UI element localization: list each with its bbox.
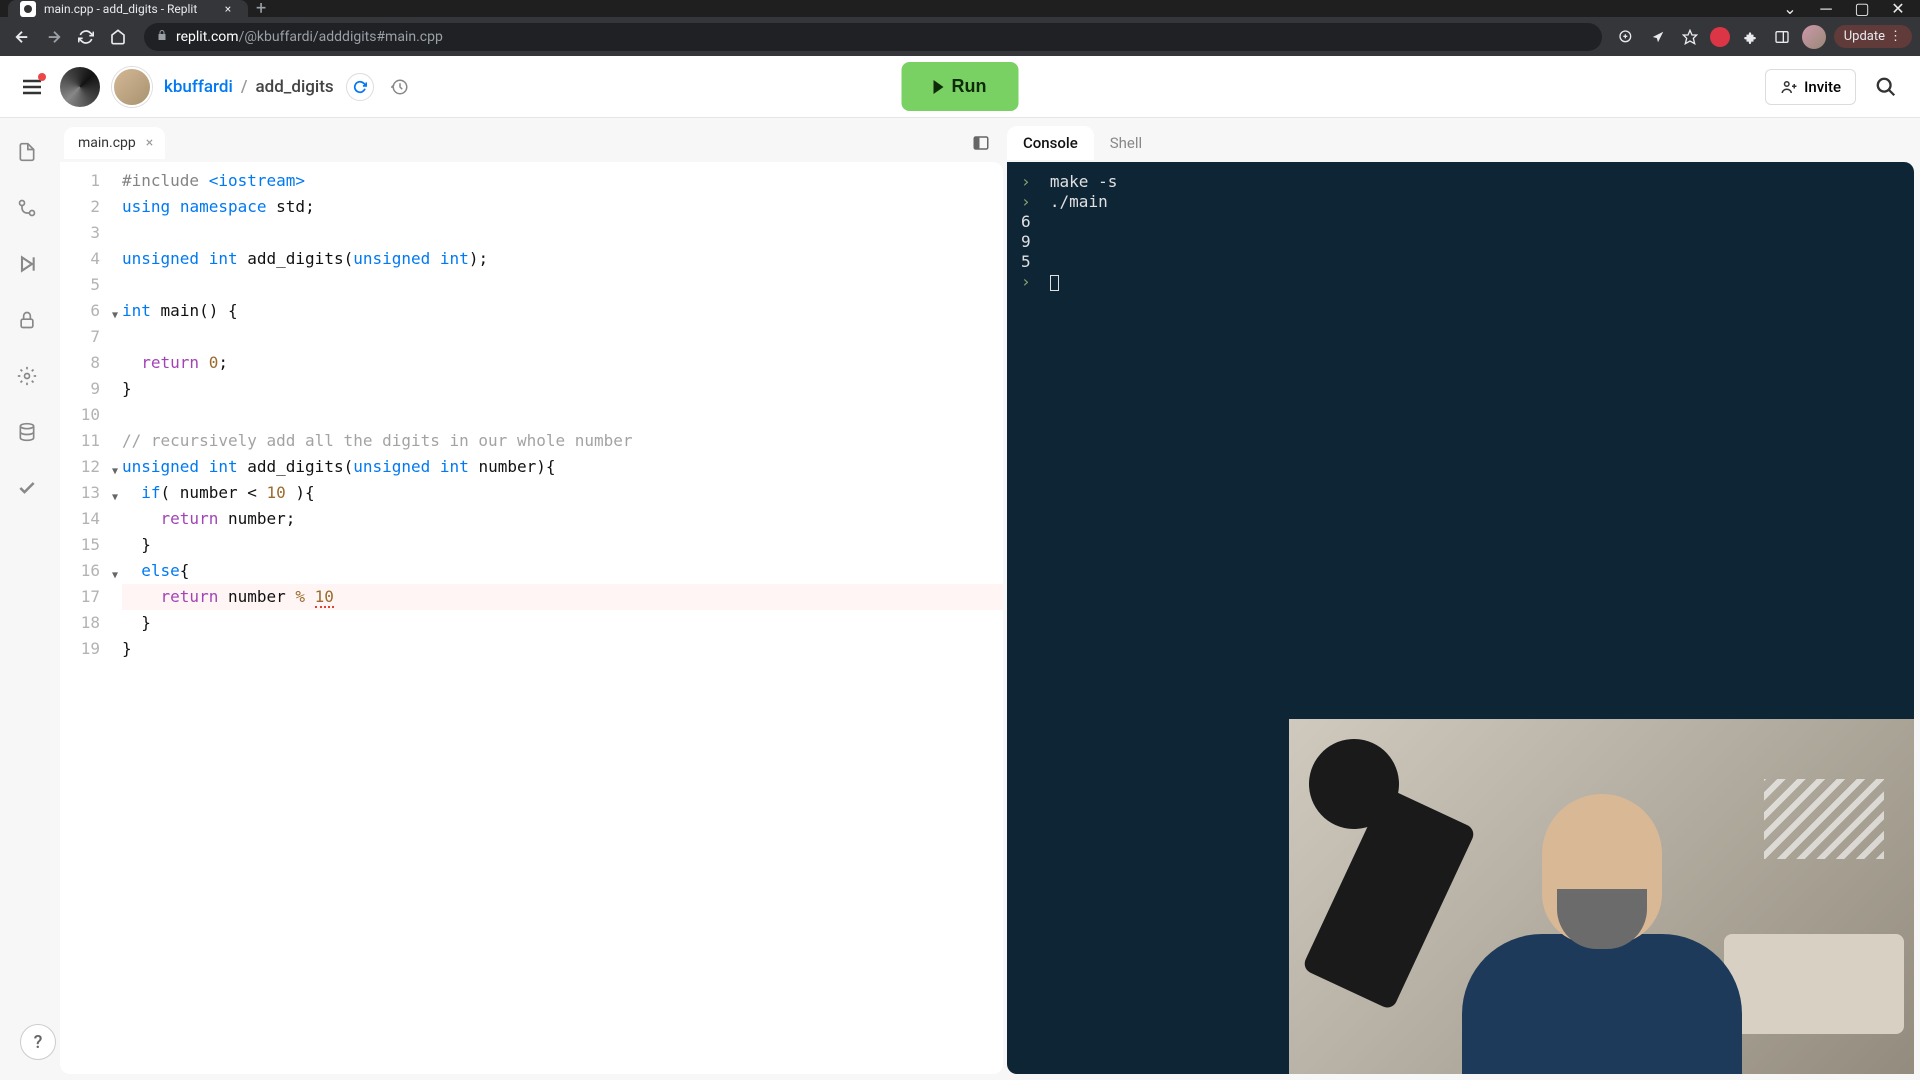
version-control-icon[interactable] [11, 192, 43, 224]
line-numbers: 123456▼789101112▼13▼141516▼171819 [60, 162, 108, 1074]
debugger-icon[interactable] [11, 248, 43, 280]
url-text: replit.com/@kbuffardi/adddigits#main.cpp [176, 29, 1590, 45]
maximize-icon[interactable]: ▢ [1848, 0, 1876, 17]
lock-icon [156, 29, 168, 44]
editor-tab[interactable]: main.cpp × [64, 127, 165, 159]
toolbar-right: Update⋮ [1614, 25, 1912, 49]
settings-icon[interactable] [11, 360, 43, 392]
editor-tabs: main.cpp × [60, 124, 1003, 162]
reload-button[interactable] [72, 23, 100, 51]
star-icon[interactable] [1678, 25, 1702, 49]
tab-shell[interactable]: Shell [1094, 126, 1158, 160]
output-pane: Console Shell › make -s› ./main695› [1003, 118, 1920, 1080]
update-button[interactable]: Update⋮ [1834, 25, 1912, 48]
tab-console[interactable]: Console [1007, 126, 1094, 160]
play-icon [934, 80, 944, 94]
editor-tab-label: main.cpp [78, 135, 136, 151]
extension-icon-red[interactable] [1710, 27, 1730, 47]
code-editor[interactable]: 123456▼789101112▼13▼141516▼171819 #inclu… [60, 162, 1003, 1074]
history-icon[interactable] [386, 73, 414, 101]
invite-button[interactable]: Invite [1765, 69, 1856, 105]
replit-app: kbuffardi / add_digits Run Invite [0, 56, 1920, 1080]
close-icon[interactable]: × [220, 1, 236, 17]
tab-title: main.cpp - add_digits - Replit [44, 2, 212, 16]
replit-favicon-icon [20, 1, 36, 17]
blinds-light [1764, 779, 1884, 859]
app-header: kbuffardi / add_digits Run Invite [0, 56, 1920, 118]
left-rail [0, 118, 54, 1080]
browser-toolbar: replit.com/@kbuffardi/adddigits#main.cpp… [0, 17, 1920, 56]
run-button[interactable]: Run [902, 62, 1019, 111]
console-output[interactable]: › make -s› ./main695› [1007, 162, 1914, 1074]
extensions-icon[interactable] [1738, 25, 1762, 49]
window-controls: ⌄ ─ ▢ ✕ [1776, 0, 1920, 17]
forward-button[interactable] [40, 23, 68, 51]
notification-dot-icon [38, 73, 46, 81]
secrets-icon[interactable] [11, 304, 43, 336]
breadcrumb-user[interactable]: kbuffardi [164, 77, 233, 97]
presenter [1452, 794, 1752, 1074]
close-icon[interactable]: × [142, 135, 157, 151]
replit-logo-icon[interactable] [60, 67, 100, 107]
back-button[interactable] [8, 23, 36, 51]
webcam-overlay [1289, 719, 1914, 1074]
search-button[interactable] [1868, 69, 1904, 105]
files-icon[interactable] [11, 136, 43, 168]
browser-chrome: main.cpp - add_digits - Replit × + ⌄ ─ ▢… [0, 0, 1920, 56]
url-bar[interactable]: replit.com/@kbuffardi/adddigits#main.cpp [144, 23, 1602, 51]
help-button[interactable]: ? [20, 1024, 56, 1060]
breadcrumb-separator: / [241, 77, 248, 97]
home-button[interactable] [104, 23, 132, 51]
sidepanel-icon[interactable] [1770, 25, 1794, 49]
sidebar-toggle-icon[interactable] [967, 129, 995, 157]
checkmark-icon[interactable] [11, 472, 43, 504]
workspace: main.cpp × 123456▼789101112▼13▼141516▼17… [0, 118, 1920, 1080]
user-avatar[interactable] [112, 67, 152, 107]
send-icon[interactable] [1646, 25, 1670, 49]
breadcrumb-project: add_digits [255, 77, 333, 97]
breadcrumb: kbuffardi / add_digits [164, 77, 334, 97]
browser-tab[interactable]: main.cpp - add_digits - Replit × [8, 0, 248, 17]
close-window-icon[interactable]: ✕ [1884, 0, 1912, 17]
chevron-down-icon[interactable]: ⌄ [1776, 0, 1804, 17]
refresh-icon[interactable] [346, 73, 374, 101]
hamburger-menu-button[interactable] [16, 71, 48, 103]
code-area[interactable]: #include <iostream>using namespace std; … [108, 162, 1003, 1074]
profile-avatar[interactable] [1802, 25, 1826, 49]
editor-pane: main.cpp × 123456▼789101112▼13▼141516▼17… [54, 118, 1003, 1080]
zoom-icon[interactable] [1614, 25, 1638, 49]
tab-bar: main.cpp - add_digits - Replit × + ⌄ ─ ▢… [0, 0, 1920, 17]
database-icon[interactable] [11, 416, 43, 448]
output-tabs: Console Shell [1007, 124, 1914, 162]
minimize-icon[interactable]: ─ [1812, 0, 1840, 17]
